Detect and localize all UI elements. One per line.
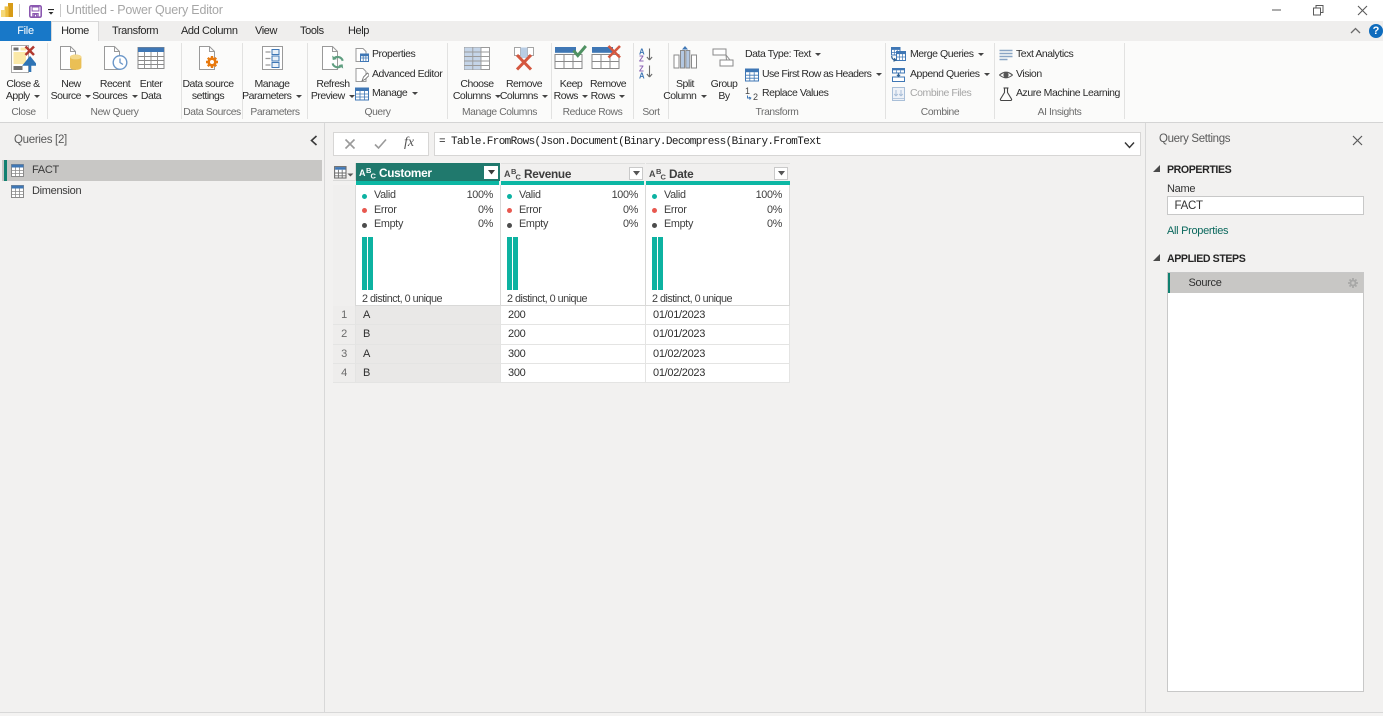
svg-text:A: A xyxy=(639,71,645,79)
svg-text:C: C xyxy=(371,171,377,179)
svg-text:A: A xyxy=(359,168,366,178)
svg-text:C: C xyxy=(516,172,522,180)
svg-text:C: C xyxy=(661,172,667,180)
svg-text:1: 1 xyxy=(745,86,750,96)
svg-text:A: A xyxy=(504,169,511,179)
svg-text:A: A xyxy=(649,169,656,179)
svg-text:2: 2 xyxy=(753,92,758,101)
svg-text:Z: Z xyxy=(639,55,644,63)
